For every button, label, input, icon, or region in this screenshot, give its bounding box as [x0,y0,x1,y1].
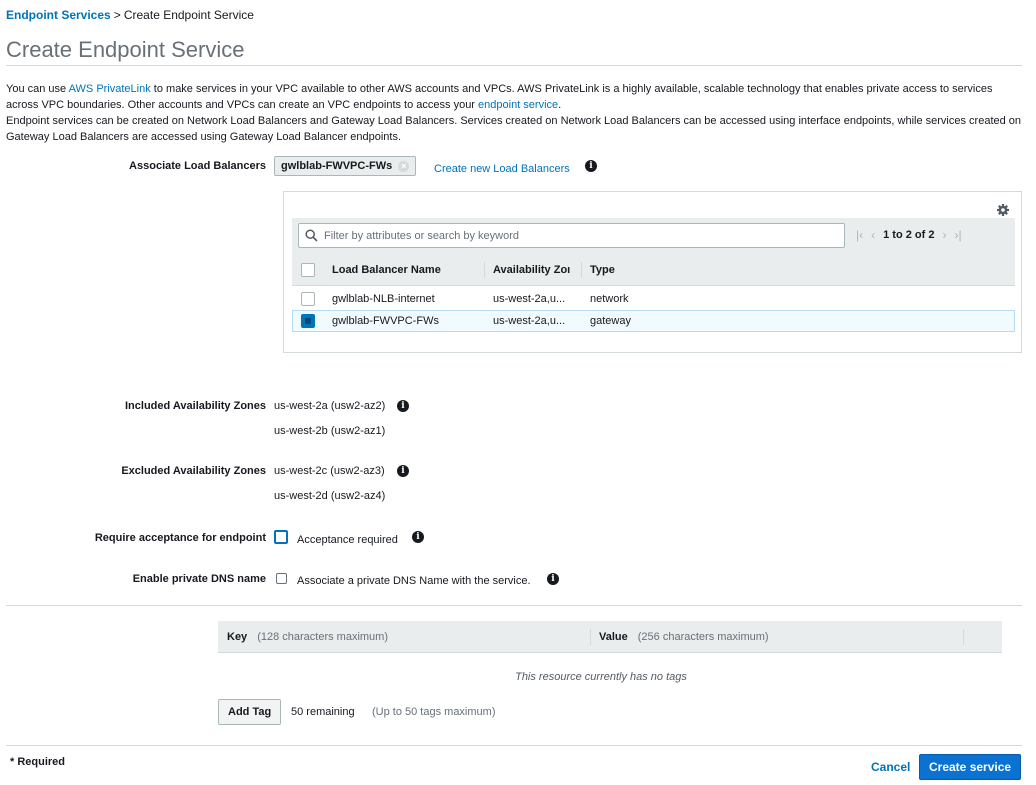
last-page-icon[interactable]: ›| [954,228,961,242]
acceptance-label: Require acceptance for endpoint [94,532,266,544]
info-icon[interactable]: i [412,531,424,543]
pagination: |‹ ‹ 1 to 2 of 2 › ›| [856,228,962,242]
col-header-name[interactable]: Load Balancer Name [324,264,484,276]
col-header-az[interactable]: Availability Zoı [485,264,581,276]
table-row[interactable]: gwlblab-FWVPC-FWs us-west-2a,u... gatewa… [292,310,1015,332]
tags-header: Key (128 characters maximum) Value (256 … [218,621,1002,653]
pagination-text: 1 to 2 of 2 [883,229,935,241]
private-dns-option-label: Associate a private DNS Name with the se… [297,575,531,587]
create-new-lb-link[interactable]: Create new Load Balancers [434,163,570,175]
tags-empty-text: This resource currently has no tags [515,671,687,683]
breadcrumb-endpoint-services-link[interactable]: Endpoint Services [6,8,111,22]
next-page-icon[interactable]: › [942,228,946,242]
lb-az-cell: us-west-2a,u... [493,293,566,305]
breadcrumb: Endpoint Services > Create Endpoint Serv… [6,8,254,22]
tag-value-label: Value [599,630,628,643]
aws-privatelink-link[interactable]: AWS PrivateLink [69,83,151,95]
intro-p1-c: . [558,99,562,111]
col-header-type[interactable]: Type [582,264,682,276]
search-icon [305,229,318,242]
title-divider [6,65,1022,66]
row-checkbox[interactable] [301,292,315,306]
add-tag-button[interactable]: Add Tag [218,699,282,725]
lb-type-cell: network [590,293,629,305]
tag-value-hint: (256 characters maximum) [637,630,769,643]
lb-search-box[interactable] [298,223,845,248]
excluded-az-label: Excluded Availability Zones [121,465,266,477]
lb-table-header: Load Balancer Name Availability Zoı Type [292,254,1015,286]
included-az-label: Included Availability Zones [125,400,266,412]
cancel-button[interactable]: Cancel [871,760,910,774]
private-dns-label: Enable private DNS name [132,573,266,585]
included-az-value: us-west-2b (usw2-az1) [274,425,386,437]
breadcrumb-current: Create Endpoint Service [123,8,254,22]
tags-limit-hint: (Up to 50 tags maximum) [372,706,496,718]
lb-name-cell: gwlblab-FWVPC-FWs [332,315,439,327]
tags-remaining: 50 remaining [291,706,355,718]
first-page-icon[interactable]: |‹ [856,228,863,242]
associate-lb-label: Associate Load Balancers [129,160,266,172]
info-icon[interactable]: i [585,160,597,172]
page-title: Create Endpoint Service [6,37,245,62]
select-all-checkbox[interactable] [301,262,315,277]
intro-text: You can use AWS PrivateLink to make serv… [6,81,1022,145]
info-icon[interactable]: i [397,400,409,412]
prev-page-icon[interactable]: ‹ [871,228,875,242]
intro-p1-a: You can use [6,83,67,95]
excluded-az-value: us-west-2c (usw2-az3) [274,465,385,477]
table-row[interactable]: gwlblab-NLB-internet us-west-2a,u... net… [292,288,1015,310]
tag-key-label: Key [227,630,248,643]
chip-remove-icon[interactable]: × [398,160,410,172]
acceptance-checkbox[interactable] [274,530,288,544]
chip-label: gwlblab-FWVPC-FWs [281,160,393,172]
acceptance-option-label: Acceptance required [297,534,398,546]
lb-az-cell: us-west-2a,u... [493,315,566,327]
selected-lb-chip[interactable]: gwlblab-FWVPC-FWs × [274,156,417,176]
required-note: * Required [10,756,66,768]
lb-type-cell: gateway [590,315,631,327]
gear-icon[interactable] [996,203,1010,217]
tag-key-hint: (128 characters maximum) [257,630,389,643]
endpoint-service-link[interactable]: endpoint service [478,99,558,111]
lb-name-cell: gwlblab-NLB-internet [332,293,435,305]
info-icon[interactable]: i [547,573,559,585]
lb-table-panel: |‹ ‹ 1 to 2 of 2 › ›| Load Balancer Name… [283,191,1022,353]
private-dns-checkbox[interactable] [276,573,287,584]
footer-divider [6,745,1022,746]
intro-p2: Endpoint services can be created on Netw… [6,115,1022,143]
excluded-az-value: us-west-2d (usw2-az4) [274,490,386,502]
lb-search-input[interactable] [322,228,822,243]
create-service-button[interactable]: Create service [919,754,1022,780]
breadcrumb-separator: > [113,8,121,22]
included-az-value: us-west-2a (usw2-az2) [274,400,386,412]
section-divider [6,605,1022,606]
row-checkbox[interactable] [301,314,315,328]
info-icon[interactable]: i [397,465,409,477]
